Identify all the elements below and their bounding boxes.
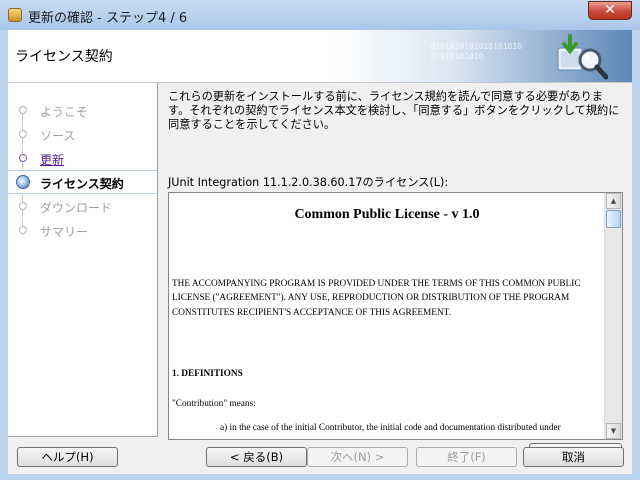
- next-button[interactable]: 次へ(N) >: [307, 447, 408, 467]
- step-dot-icon: [19, 106, 27, 114]
- step-label: サマリー: [40, 225, 89, 239]
- wizard-header: ライセンス契約 0101010101010101010 01010101010: [8, 30, 632, 83]
- step-label: ライセンス契約: [40, 177, 124, 191]
- intro-text: これらの更新をインストールする前に、ライセンス規約を読んで同意する必要があります…: [168, 90, 620, 131]
- step-license: ライセンス契約: [8, 170, 157, 194]
- current-step-icon: [16, 175, 30, 189]
- help-button[interactable]: ヘルプ(H): [17, 447, 118, 467]
- step-label: ダウンロード: [40, 201, 113, 215]
- window-title: 更新の確認 - ステップ4 / 6: [28, 11, 188, 26]
- scroll-thumb[interactable]: [606, 210, 621, 228]
- step-label: ソース: [40, 129, 76, 143]
- binary-decoration: 0101010101010101010 01010101010: [430, 42, 522, 61]
- step-welcome: ようこそ: [8, 99, 157, 128]
- cancel-button[interactable]: 取消: [523, 447, 624, 467]
- page-title: ライセンス契約: [15, 49, 113, 65]
- scroll-down-arrow-icon[interactable]: ▼: [606, 423, 621, 439]
- close-button[interactable]: ✕: [588, 1, 632, 20]
- step-dot-icon: [19, 130, 27, 138]
- step-label: ようこそ: [40, 105, 89, 119]
- license-label: JUnit Integration 11.1.2.0.38.60.17のライセン…: [168, 176, 449, 189]
- wizard-steps: ようこそ ソース 更新 ライセンス契約 ダウンロード サマリー: [8, 83, 158, 437]
- license-section-heading: 1. DEFINITIONS: [172, 369, 243, 379]
- dialog-client: ライセンス契約 0101010101010101010 01010101010 …: [8, 30, 632, 474]
- step-dot-icon: [19, 226, 27, 234]
- step-download: ダウンロード: [8, 195, 157, 217]
- step-dot-icon: [19, 202, 27, 210]
- license-paragraph: "Contribution" means:: [172, 399, 256, 409]
- step-summary: サマリー: [8, 219, 157, 241]
- title-bar[interactable]: 更新の確認 - ステップ4 / 6 ✕: [0, 0, 640, 30]
- back-button[interactable]: < 戻る(B): [206, 447, 307, 467]
- vertical-scrollbar[interactable]: ▲ ▼: [604, 193, 622, 439]
- download-magnifier-icon: [557, 34, 608, 80]
- license-paragraph: THE ACCOMPANYING PROGRAM IS PROVIDED UND…: [172, 279, 581, 318]
- scroll-up-arrow-icon[interactable]: ▲: [606, 193, 621, 209]
- step-dot-icon: [19, 154, 27, 162]
- app-icon: [8, 8, 22, 22]
- license-title: Common Public License - v 1.0: [294, 207, 480, 222]
- step-source: ソース: [8, 123, 157, 145]
- wizard-window: 更新の確認 - ステップ4 / 6 ✕ ライセンス契約 010101010101…: [0, 0, 640, 480]
- license-text-area[interactable]: Common Public License - v 1.0 THE ACCOMP…: [168, 192, 623, 440]
- step-link-update[interactable]: 更新: [40, 151, 64, 168]
- license-paragraph: a) in the case of the initial Contributo…: [220, 423, 561, 433]
- finish-button[interactable]: 終了(F): [416, 447, 517, 467]
- step-update[interactable]: 更新: [8, 147, 157, 169]
